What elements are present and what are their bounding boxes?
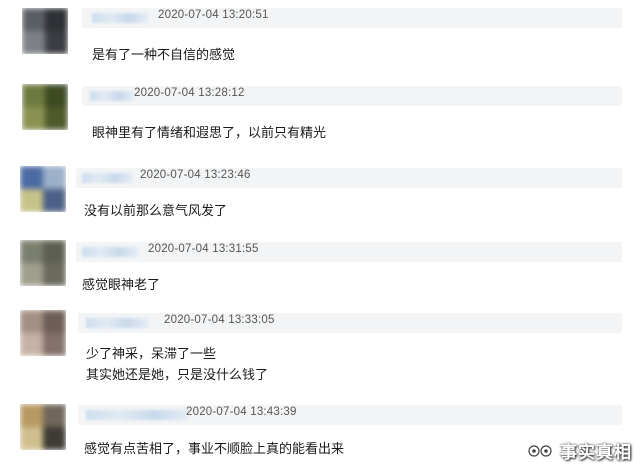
comment-timestamp: 2020-07-04 13:43:39 xyxy=(186,406,297,418)
comment-text: 眼神里有了情绪和遐思了，以前只有精光 xyxy=(92,126,327,141)
comment-timestamp: 2020-07-04 13:23:46 xyxy=(140,169,251,181)
comment-text: 是有了一种不自信的感觉 xyxy=(92,48,236,63)
avatar[interactable] xyxy=(20,404,66,450)
avatar[interactable] xyxy=(20,240,66,286)
comment-meta: 2020-07-04 13:43:39 xyxy=(78,405,622,425)
watermark: 事实真相 xyxy=(526,438,632,463)
comment-meta: 2020-07-04 13:31:55 xyxy=(76,242,622,262)
comment-text: 感觉有点苦相了，事业不顺脸上真的能看出来 xyxy=(84,442,345,457)
comment-meta: 2020-07-04 13:23:46 xyxy=(76,168,622,188)
username-blurred[interactable] xyxy=(92,13,148,23)
comment-text: 感觉眼神老了 xyxy=(82,278,161,293)
username-blurred[interactable] xyxy=(86,410,188,420)
comment-timestamp: 2020-07-04 13:31:55 xyxy=(148,243,259,255)
comment-meta: 2020-07-04 13:20:51 xyxy=(82,8,622,28)
comment-timestamp: 2020-07-04 13:28:12 xyxy=(134,87,245,99)
avatar[interactable] xyxy=(20,310,66,356)
username-blurred[interactable] xyxy=(90,91,134,101)
avatar[interactable] xyxy=(22,8,68,54)
avatar[interactable] xyxy=(22,84,68,130)
username-blurred[interactable] xyxy=(82,173,132,183)
comment-meta: 2020-07-04 13:33:05 xyxy=(78,313,622,333)
username-blurred[interactable] xyxy=(86,318,148,328)
comment-text: 其实她还是她，只是没什么钱了 xyxy=(86,368,269,383)
watermark-logo-icon xyxy=(528,444,552,457)
avatar[interactable] xyxy=(20,166,66,212)
comment-timestamp: 2020-07-04 13:20:51 xyxy=(158,9,269,21)
comment-text: 少了神采，呆滞了一些 xyxy=(86,347,217,362)
watermark-text: 事实真相 xyxy=(560,443,632,463)
comment-timestamp: 2020-07-04 13:33:05 xyxy=(164,314,275,326)
comment-meta: 2020-07-04 13:28:12 xyxy=(82,86,622,106)
username-blurred[interactable] xyxy=(82,247,138,257)
comment-text: 没有以前那么意气风发了 xyxy=(84,204,228,219)
